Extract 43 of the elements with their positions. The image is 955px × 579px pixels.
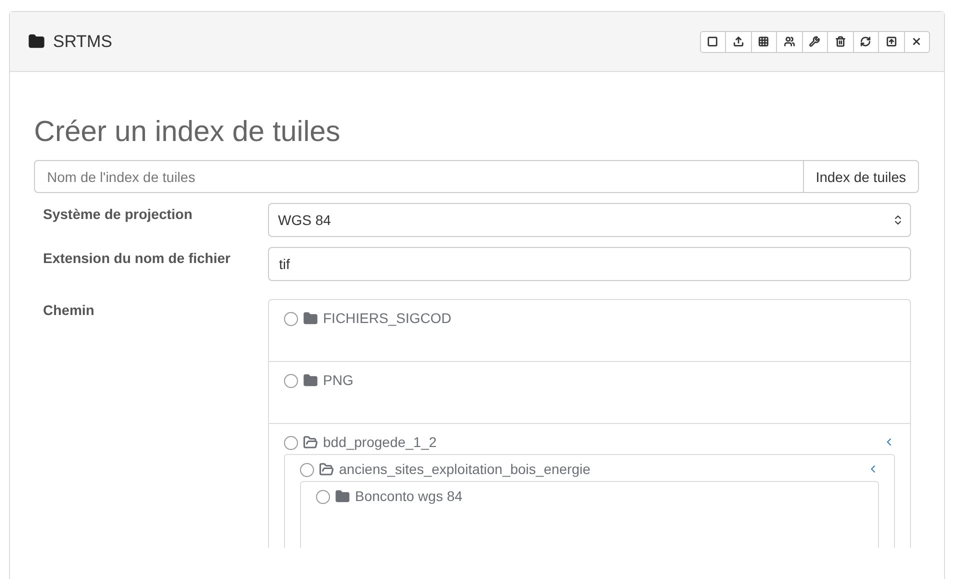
radio-button[interactable] <box>284 374 298 388</box>
index-name-field[interactable]: Nom de l'index de tuiles <box>34 160 804 193</box>
trash-icon <box>834 36 846 47</box>
grid-button[interactable] <box>750 30 777 52</box>
tree-node[interactable]: bdd_progede_1_2 anciens_sites_exploitation_bois_energie Bonconto wgs 84 <box>269 424 910 548</box>
upload-icon <box>732 36 744 47</box>
trash-button[interactable] <box>827 30 854 52</box>
tree-node[interactable]: Bonconto wgs 84 <box>300 481 879 548</box>
framed-arrow-button[interactable] <box>878 30 904 52</box>
close-icon <box>911 36 922 47</box>
extension-field[interactable]: tif <box>268 247 911 281</box>
refresh-button[interactable] <box>852 30 879 52</box>
input-addon: Index de tuiles <box>804 160 919 193</box>
wrench-icon <box>809 36 820 47</box>
folder-icon <box>28 33 45 50</box>
wrench-button[interactable] <box>802 30 828 52</box>
radio-button[interactable] <box>316 490 330 504</box>
folder-name: Bonconto wgs 84 <box>355 488 464 504</box>
upload-button[interactable] <box>725 30 752 52</box>
users-button[interactable] <box>776 30 802 52</box>
folder-name: FICHIERS_SIGCOD <box>323 310 452 326</box>
page-heading: Créer un index de tuiles <box>34 116 342 149</box>
folder-name: PNG <box>323 372 354 388</box>
grid-icon <box>758 36 770 47</box>
close-button[interactable] <box>904 30 930 52</box>
field-label: Chemin <box>43 301 96 320</box>
radio-button[interactable] <box>284 436 298 450</box>
folder-name: anciens_sites_exploitation_bois_energie <box>339 461 592 477</box>
updown-icon <box>892 214 904 226</box>
square-icon <box>707 36 718 47</box>
radio-button[interactable] <box>284 312 298 326</box>
projection-select[interactable]: WGS 84 <box>268 203 911 237</box>
radio-button[interactable] <box>300 463 314 477</box>
field-label: Extension du nom de fichier <box>43 249 232 268</box>
users-icon <box>784 36 795 47</box>
tree-node[interactable]: FICHIERS_SIGCOD <box>269 300 910 362</box>
tree-node[interactable]: PNG <box>269 362 910 424</box>
square-button[interactable] <box>700 30 726 52</box>
folder-name: bdd_progede_1_2 <box>323 434 438 450</box>
tree-node[interactable]: anciens_sites_exploitation_bois_energie Bonconto wgs 84 <box>284 454 895 548</box>
panel-title: SRTMS <box>53 32 114 52</box>
refresh-icon <box>860 36 872 47</box>
field-label: Système de projection <box>43 205 194 224</box>
